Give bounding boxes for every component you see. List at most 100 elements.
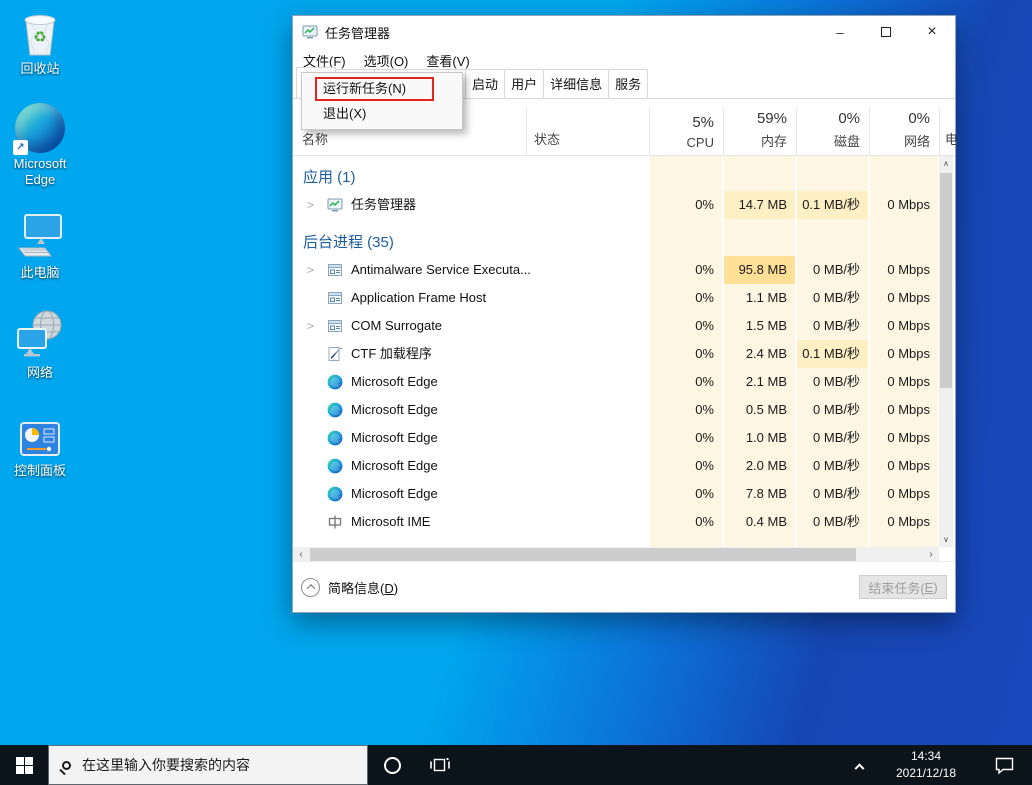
process-name: CTF 加载程序: [351, 340, 432, 368]
taskbar-clock[interactable]: 14:34 2021/12/18: [876, 745, 976, 785]
column-disk[interactable]: 0%磁盘: [797, 110, 868, 150]
close-button[interactable]: ×: [909, 16, 955, 48]
clock-date: 2021/12/18: [876, 765, 976, 782]
process-row[interactable]: Microsoft Edge0%1.0 MB0 MB/秒0 Mbps: [293, 424, 939, 452]
process-row[interactable]: >Antimalware Service Executa...0%95.8 MB…: [293, 256, 939, 284]
desktop-icon-network[interactable]: 网络: [0, 308, 80, 381]
disk-cell: 0.1 MB/秒: [797, 191, 868, 219]
column-network[interactable]: 0%网络: [870, 110, 938, 150]
desktop-icon-label: Microsoft Edge: [0, 156, 80, 187]
process-row[interactable]: >COM Surrogate0%1.5 MB0 MB/秒0 Mbps: [293, 312, 939, 340]
maximize-button[interactable]: [863, 16, 909, 48]
desktop-icon-microsoft-edge[interactable]: ↗ Microsoft Edge: [0, 103, 80, 187]
disk-cell: 0.1 MB/秒: [797, 340, 868, 368]
task-view-button[interactable]: [416, 745, 464, 785]
column-cpu[interactable]: 5%CPU: [650, 114, 722, 150]
horizontal-scroll-thumb[interactable]: [310, 548, 856, 562]
cpu-cell: 0%: [650, 256, 722, 284]
tab-users[interactable]: 用户: [504, 69, 544, 98]
group-header[interactable]: 应用 (1): [293, 161, 939, 191]
scroll-down-icon[interactable]: ∨: [939, 532, 953, 547]
process-row[interactable]: Microsoft IME0%0.4 MB0 MB/秒0 Mbps: [293, 508, 939, 536]
column-memory[interactable]: 59%内存: [724, 110, 795, 150]
task-manager-icon: [302, 24, 318, 40]
tab-details[interactable]: 详细信息: [543, 69, 609, 98]
red-highlight-box: [315, 77, 434, 101]
title-bar[interactable]: 任务管理器 – ×: [293, 16, 955, 48]
process-row[interactable]: Microsoft Edge0%2.0 MB0 MB/秒0 Mbps: [293, 452, 939, 480]
column-status[interactable]: 状态: [534, 129, 560, 148]
desktop-icon-label: 控制面板: [0, 463, 80, 479]
expand-chevron-icon[interactable]: >: [307, 312, 314, 340]
svg-text:♻: ♻: [33, 29, 46, 46]
mem-cell: 1.1 MB: [724, 284, 795, 312]
cpu-cell: 0%: [650, 340, 722, 368]
vertical-scrollbar[interactable]: ∧ ∨: [939, 156, 953, 547]
cpu-cell: 0%: [650, 452, 722, 480]
mem-cell: 2.4 MB: [724, 340, 795, 368]
process-name: 任务管理器: [351, 191, 416, 219]
exe-icon: [327, 318, 343, 334]
net-cell: 0 Mbps: [870, 424, 938, 452]
details-toggle-label[interactable]: 简略信息(D): [328, 578, 398, 597]
process-row[interactable]: Microsoft Edge0%7.8 MB0 MB/秒0 Mbps: [293, 480, 939, 508]
task-manager-window: 任务管理器 – × 文件(F) 选项(O) 查看(V) 进程性能应用历史记录启动…: [292, 15, 956, 613]
start-button[interactable]: [0, 745, 48, 785]
taskbar: 14:34 2021/12/18: [0, 745, 1032, 785]
desktop-icon-label: 回收站: [0, 61, 80, 77]
tab-startup[interactable]: 启动: [465, 69, 505, 98]
disk-cell: 0 MB/秒: [797, 508, 868, 536]
tray-overflow-button[interactable]: [842, 745, 876, 785]
shortcut-arrow-icon: ↗: [13, 140, 28, 155]
action-center-button[interactable]: [976, 745, 1032, 785]
expand-chevron-icon[interactable]: >: [307, 256, 314, 284]
mem-cell: 1.0 MB: [724, 424, 795, 452]
recycle-bin-icon: ♻: [0, 8, 80, 58]
cpu-cell: 0%: [650, 284, 722, 312]
disk-cell: 0 MB/秒: [797, 480, 868, 508]
vertical-scroll-thumb[interactable]: [940, 173, 952, 388]
process-name: Microsoft Edge: [351, 368, 438, 396]
ime-icon: [327, 514, 343, 530]
process-row[interactable]: >任务管理器0%14.7 MB0.1 MB/秒0 Mbps: [293, 191, 939, 219]
minimize-button[interactable]: –: [817, 16, 863, 48]
window-footer: 简略信息(D) 结束任务(E): [293, 561, 955, 612]
desktop-icon-this-pc[interactable]: 此电脑: [0, 212, 80, 281]
net-cell: 0 Mbps: [870, 368, 938, 396]
column-power-partial[interactable]: 电: [945, 129, 957, 148]
taskbar-search[interactable]: [48, 745, 368, 785]
exe-icon: [327, 262, 343, 278]
disk-cell: 0 MB/秒: [797, 256, 868, 284]
expand-chevron-icon[interactable]: >: [307, 191, 314, 219]
process-row[interactable]: Microsoft Edge0%2.1 MB0 MB/秒0 Mbps: [293, 368, 939, 396]
tab-services[interactable]: 服务: [608, 69, 648, 98]
desktop-icon-control-panel[interactable]: 控制面板: [0, 420, 80, 479]
cortana-button[interactable]: [368, 745, 416, 785]
group-header[interactable]: 后台进程 (35): [293, 226, 939, 256]
search-input[interactable]: [82, 757, 332, 773]
net-cell: 0 Mbps: [870, 340, 938, 368]
column-name[interactable]: 名称: [302, 129, 328, 148]
process-name: Microsoft IME: [351, 508, 430, 536]
net-cell: 0 Mbps: [870, 312, 938, 340]
control-panel-icon: [0, 420, 80, 460]
desktop-icon-recycle-bin[interactable]: ♻ 回收站: [0, 8, 80, 77]
scroll-up-icon[interactable]: ∧: [939, 156, 953, 171]
disk-cell: 0 MB/秒: [797, 424, 868, 452]
end-task-button[interactable]: 结束任务(E): [859, 575, 947, 599]
edge-icon: [327, 374, 343, 390]
process-name: Microsoft Edge: [351, 452, 438, 480]
process-row[interactable]: CTF 加载程序 0%2.4 MB0.1 MB/秒0 Mbps: [293, 340, 939, 368]
menu-item-exit[interactable]: 退出(X): [302, 101, 462, 126]
menu-item-run-new-task[interactable]: 运行新任务(N): [302, 76, 462, 101]
process-row[interactable]: Application Frame Host0%1.1 MB0 MB/秒0 Mb…: [293, 284, 939, 312]
exe-icon: [327, 290, 343, 306]
mem-cell: 0.4 MB: [724, 508, 795, 536]
process-row[interactable]: Microsoft Edge0%0.5 MB0 MB/秒0 Mbps: [293, 396, 939, 424]
process-name: Antimalware Service Executa...: [351, 256, 531, 284]
mem-cell: 1.5 MB: [724, 312, 795, 340]
details-toggle-icon[interactable]: [301, 578, 320, 597]
cpu-cell: 0%: [650, 368, 722, 396]
cpu-cell: 0%: [650, 312, 722, 340]
net-cell: 0 Mbps: [870, 452, 938, 480]
